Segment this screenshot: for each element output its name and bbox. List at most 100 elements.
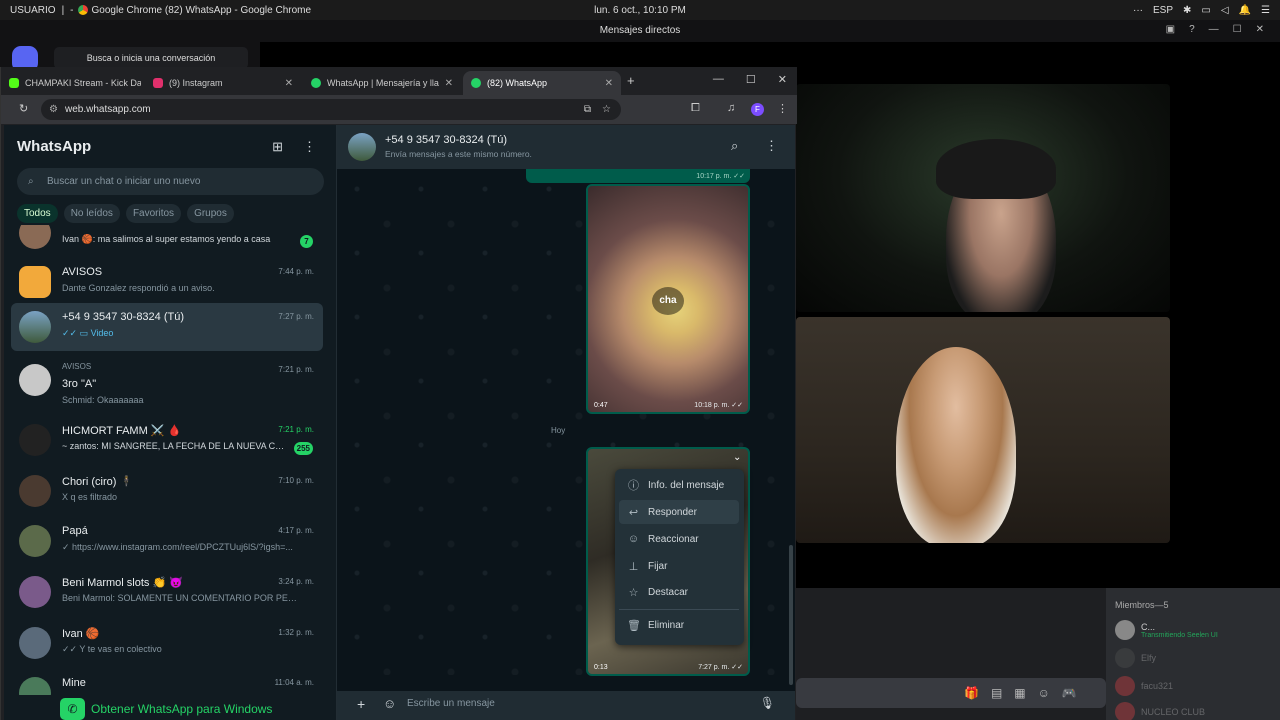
os-language[interactable]: ESP bbox=[1153, 5, 1173, 16]
video-duration: 0:47 bbox=[594, 402, 608, 409]
tab-strip: CHAMPAKI Stream - Kick Dashb ✕ (9) Insta… bbox=[1, 67, 797, 95]
filter-all[interactable]: Todos bbox=[17, 204, 58, 223]
help-icon[interactable]: ? bbox=[1189, 24, 1195, 35]
conversation-scrollbar[interactable] bbox=[789, 545, 793, 685]
maximize-icon[interactable]: ☐ bbox=[1233, 24, 1242, 35]
close-tab-icon[interactable]: ✕ bbox=[605, 78, 613, 89]
member-item[interactable]: Elfy bbox=[1115, 648, 1156, 668]
bluetooth-icon[interactable]: ✱ bbox=[1183, 5, 1191, 16]
menu-item-label: Destacar bbox=[648, 586, 689, 598]
url-field[interactable]: ⚙ web.whatsapp.com ⧉ ☆ bbox=[41, 99, 621, 120]
play-icon[interactable]: cha bbox=[652, 287, 684, 315]
avatar bbox=[19, 627, 51, 659]
close-icon[interactable]: ✕ bbox=[1256, 24, 1264, 35]
avatar bbox=[19, 576, 51, 608]
activity-icon[interactable]: 🎮 bbox=[1062, 686, 1077, 700]
menu-item-label: Responder bbox=[648, 506, 697, 518]
discord-header-title: Mensajes directos bbox=[599, 25, 681, 36]
menu-item-delete[interactable]: 🗑 Eliminar bbox=[619, 613, 739, 637]
maximize-icon[interactable]: ☐ bbox=[746, 73, 756, 86]
conversation-header[interactable]: +54 9 3547 30-8324 (Tú) Envía mensajes a… bbox=[337, 125, 795, 169]
sticker-icon[interactable]: ▦ bbox=[1014, 686, 1025, 700]
discord-window-controls: ▣ ? — ☐ ✕ bbox=[1166, 24, 1264, 35]
tab-instagram[interactable]: (9) Instagram ✕ bbox=[145, 71, 301, 95]
close-icon[interactable]: ✕ bbox=[778, 73, 787, 86]
menu-item-pin[interactable]: ⊥ Fijar bbox=[619, 554, 739, 578]
avatar bbox=[19, 525, 51, 557]
member-item[interactable]: facu321 bbox=[1115, 676, 1173, 696]
cast-icon[interactable]: ▭ bbox=[1201, 5, 1210, 16]
install-app-icon[interactable]: ⧉ bbox=[584, 99, 591, 120]
chat-list-item[interactable]: Papá 4:17 p. m. ✓ https://www.instagram.… bbox=[11, 517, 323, 565]
get-whatsapp-link[interactable]: ✆ Obtener WhatsApp para Windows bbox=[60, 698, 272, 720]
settings-icon[interactable]: ☰ bbox=[1261, 5, 1270, 16]
chat-time: 7:10 p. m. bbox=[278, 476, 314, 485]
menu-divider bbox=[619, 609, 739, 610]
emoji-icon[interactable]: ☺ bbox=[1038, 686, 1050, 700]
menu-item-react[interactable]: ☺ Reaccionar bbox=[619, 527, 739, 551]
menu-item-info[interactable]: ⓘ Info. del mensaje bbox=[619, 473, 739, 497]
menu-item-reply[interactable]: ↩ Responder bbox=[619, 500, 739, 524]
microphone-icon[interactable]: 🎙 bbox=[760, 696, 775, 710]
extensions-icon[interactable]: ⧠ bbox=[691, 102, 700, 115]
video-tile-user-1[interactable] bbox=[796, 84, 1170, 312]
new-chat-icon[interactable]: ⊞ bbox=[272, 139, 283, 155]
message-input[interactable]: Escribe un mensaje bbox=[407, 698, 495, 709]
tab-whatsapp-site[interactable]: WhatsApp | Mensajería y llama ✕ bbox=[303, 71, 461, 95]
chat-list-item[interactable]: Beni Marmol slots 👏 😈 3:24 p. m. Beni Ma… bbox=[11, 568, 323, 616]
chat-list-item[interactable]: Ivan 🏀: ma salimos al super estamos yend… bbox=[11, 225, 323, 257]
chat-name: 3ro "A" bbox=[62, 378, 97, 390]
sidebar-header-actions: ⊞ ⋮ bbox=[272, 139, 316, 155]
chat-list-item[interactable]: Ivan 🏀 1:32 p. m. ✓✓ Y te vas en colecti… bbox=[11, 619, 323, 667]
chevron-down-icon[interactable]: ⌄ bbox=[733, 452, 741, 463]
chat-time: 7:44 p. m. bbox=[278, 267, 314, 276]
gif-icon[interactable]: ▤ bbox=[991, 686, 1002, 700]
tab-kick[interactable]: CHAMPAKI Stream - Kick Dashb ✕ bbox=[1, 71, 141, 95]
video-tile-user-2[interactable] bbox=[796, 317, 1170, 543]
minimize-icon[interactable]: — bbox=[713, 73, 724, 86]
menu-icon[interactable]: ⋮ bbox=[303, 139, 316, 155]
filter-unread[interactable]: No leídos bbox=[63, 204, 120, 223]
address-bar-row: ↻ ⚙ web.whatsapp.com ⧉ ☆ ⧠ ♫ F ⋮ bbox=[1, 95, 797, 124]
message-bubble[interactable]: 10:17 p. m. ✓✓ bbox=[526, 169, 750, 183]
chat-search-input[interactable]: ⌕ Buscar un chat o iniciar uno nuevo bbox=[17, 168, 324, 195]
attach-icon[interactable]: + bbox=[357, 696, 365, 712]
chat-list-item[interactable]: AVISOS 7:44 p. m. Dante Gonzalez respond… bbox=[11, 258, 323, 306]
reload-icon[interactable]: ↻ bbox=[19, 102, 28, 115]
close-tab-icon[interactable]: ✕ bbox=[445, 78, 453, 89]
filter-favorites[interactable]: Favoritos bbox=[125, 204, 182, 223]
chat-time: 4:17 p. m. bbox=[278, 526, 314, 535]
filter-groups[interactable]: Grupos bbox=[187, 204, 234, 223]
volume-icon[interactable]: ◁ bbox=[1221, 5, 1229, 16]
gift-icon[interactable]: 🎁 bbox=[964, 686, 979, 700]
close-tab-icon[interactable]: ✕ bbox=[285, 78, 293, 89]
site-info-icon[interactable]: ⚙ bbox=[49, 99, 58, 120]
chat-time: 7:21 p. m. bbox=[278, 425, 314, 434]
chat-list-item[interactable]: HICMORT FAMM ⚔️ 🩸 7:21 p. m. ~ zantos: M… bbox=[11, 416, 323, 464]
member-item[interactable]: NUCLEO CLUB bbox=[1115, 702, 1205, 720]
chat-list-item[interactable]: Chori (ciro) 🕴 7:10 p. m. X q es filtrad… bbox=[11, 467, 323, 515]
chat-list-item-selected[interactable]: +54 9 3547 30-8324 (Tú) 7:27 p. m. ✓✓ ▭ … bbox=[11, 303, 323, 351]
new-tab-button[interactable]: + bbox=[627, 73, 635, 88]
sticker-icon[interactable]: ☺ bbox=[383, 696, 396, 711]
notification-icon[interactable]: 🔔 bbox=[1239, 5, 1251, 16]
more-icon[interactable]: ··· bbox=[1133, 5, 1143, 16]
profile-avatar[interactable]: F bbox=[751, 103, 764, 116]
menu-icon[interactable]: ⋮ bbox=[765, 138, 778, 154]
bookmark-star-icon[interactable]: ☆ bbox=[602, 99, 611, 120]
inbox-icon[interactable]: ▣ bbox=[1166, 24, 1175, 35]
member-item[interactable]: C... Transmitiendo Seelen UI bbox=[1115, 620, 1218, 640]
chat-list-item[interactable]: Mine 11:04 a. m. bbox=[11, 669, 323, 695]
chrome-menu-icon[interactable]: ⋮ bbox=[777, 102, 788, 115]
chat-preview: ✓✓ Y te vas en colectivo bbox=[62, 644, 162, 654]
chat-list-item[interactable]: AVISOS 3ro "A" 7:21 p. m. Schmid: Okaaaa… bbox=[11, 356, 323, 412]
search-icon[interactable]: ⌕ bbox=[731, 138, 738, 154]
minimize-icon[interactable]: — bbox=[1209, 24, 1219, 35]
video-message[interactable]: cha 0:47 10:18 p. m. ✓✓ bbox=[586, 184, 750, 414]
media-icon[interactable]: ♫ bbox=[727, 102, 735, 114]
menu-item-star[interactable]: ☆ Destacar bbox=[619, 580, 739, 604]
tab-whatsapp-web[interactable]: (82) WhatsApp ✕ bbox=[463, 71, 621, 95]
discord-search-button[interactable]: Busca o inicia una conversación bbox=[54, 47, 248, 69]
contact-avatar[interactable] bbox=[348, 133, 376, 161]
day-separator: Hoy bbox=[551, 426, 566, 435]
